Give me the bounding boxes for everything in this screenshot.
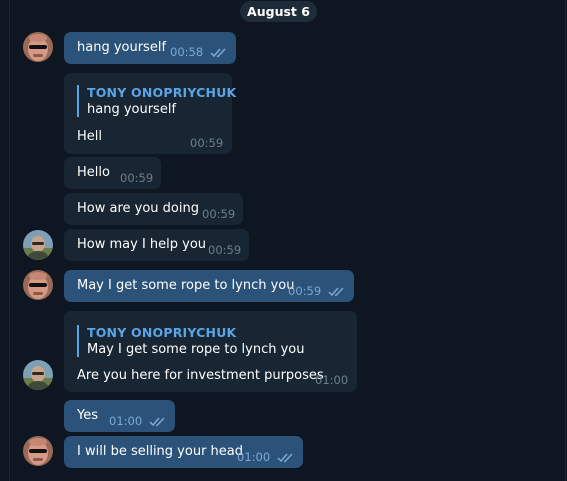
recipient-avatar[interactable] <box>23 360 53 390</box>
message-bubble[interactable]: hang yourself 00:58 <box>64 32 236 64</box>
message-bubble[interactable]: I will be selling your head 01:00 <box>64 436 303 468</box>
message-time: 00:59 <box>202 207 236 221</box>
message-text: May I get some rope to lynch you <box>77 278 295 293</box>
read-receipt-icon <box>277 453 293 463</box>
message-text: How may I help you <box>77 237 207 252</box>
message-text: hang yourself <box>77 40 167 55</box>
message-text: Are you here for investment purposes <box>77 368 324 383</box>
message-bubble[interactable]: Hello 00:59 <box>64 157 161 189</box>
reply-text: May I get some rope to lynch you <box>87 342 305 357</box>
reply-quote[interactable]: TONY ONOPRIYCHUK May I get some rope to … <box>77 325 305 357</box>
message-time: 01:00 <box>109 414 143 428</box>
message-bubble[interactable]: TONY ONOPRIYCHUK hang yourself Hell 00:5… <box>64 73 236 154</box>
read-receipt-icon <box>149 417 165 427</box>
chat-left-border <box>9 0 10 481</box>
read-receipt-icon <box>210 48 226 58</box>
message-text: Hello <box>77 165 110 180</box>
avatar-image <box>23 436 53 466</box>
message-text: I will be selling your head <box>77 444 243 459</box>
date-separator: August 6 <box>240 1 317 22</box>
reply-text: hang yourself <box>87 102 177 117</box>
message-time: 00:58 <box>170 45 204 59</box>
message-text: How are you doing <box>77 201 199 216</box>
sender-avatar[interactable] <box>23 32 53 62</box>
chat-right-border <box>565 0 566 481</box>
message-time: 00:59 <box>190 136 224 150</box>
recipient-avatar[interactable] <box>23 230 53 260</box>
reply-author: TONY ONOPRIYCHUK <box>87 85 237 100</box>
message-text: Yes <box>77 408 98 423</box>
message-bubble[interactable]: May I get some rope to lynch you 00:59 <box>64 270 354 302</box>
message-text: Hell <box>77 129 102 144</box>
reply-quote[interactable]: TONY ONOPRIYCHUK hang yourself <box>77 85 236 117</box>
message-time: 00:59 <box>208 243 242 257</box>
message-time: 00:59 <box>288 284 322 298</box>
read-receipt-icon <box>328 287 344 297</box>
message-bubble[interactable]: Yes 01:00 <box>64 400 175 432</box>
message-time: 01:00 <box>315 373 349 387</box>
message-bubble[interactable]: TONY ONOPRIYCHUK May I get some rope to … <box>64 311 357 392</box>
reply-author: TONY ONOPRIYCHUK <box>87 325 237 340</box>
avatar-image <box>23 270 53 300</box>
message-bubble[interactable]: How are you doing 00:59 <box>64 193 243 225</box>
avatar-image <box>23 32 53 62</box>
sender-avatar[interactable] <box>23 436 53 466</box>
sender-avatar[interactable] <box>23 270 53 300</box>
message-time: 01:00 <box>237 450 271 464</box>
message-time: 00:59 <box>120 171 154 185</box>
message-bubble[interactable]: How may I help you 00:59 <box>64 229 249 261</box>
avatar-image <box>23 230 53 260</box>
avatar-image <box>23 360 53 390</box>
